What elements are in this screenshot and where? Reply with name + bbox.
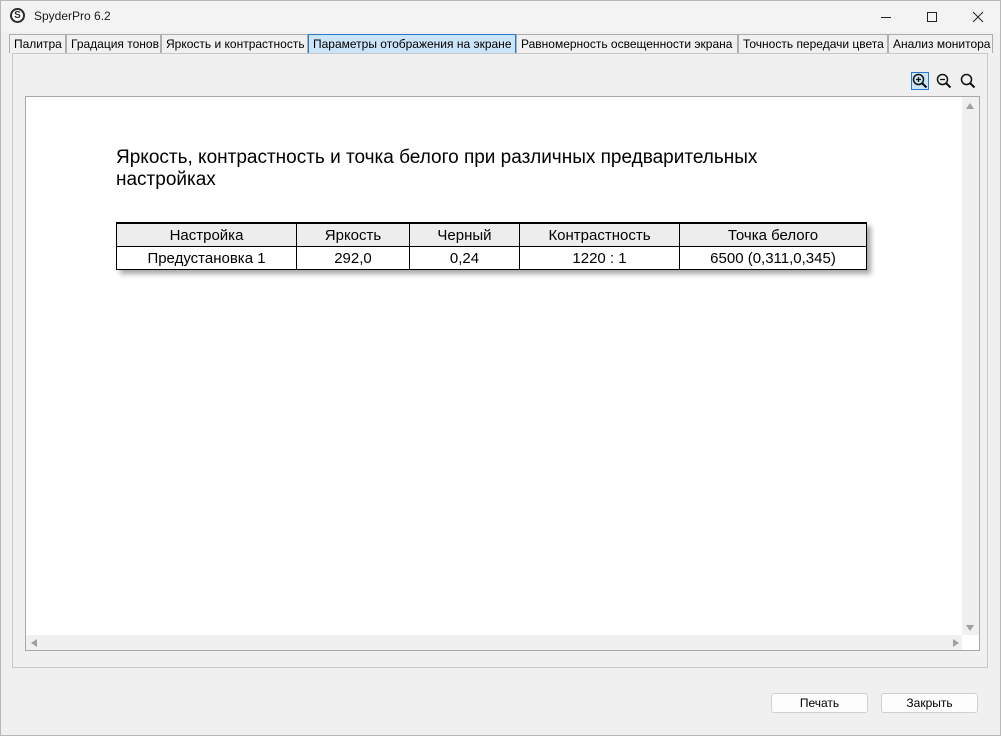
title-bar: S SpyderPro 6.2	[1, 1, 1000, 32]
close-icon	[972, 11, 984, 22]
report-table: Настройка Яркость Черный Контрастность Т…	[116, 222, 867, 270]
print-button[interactable]: Печать	[771, 693, 868, 713]
zoom-in-icon	[912, 73, 928, 89]
table-cell: 6500 (0,311,0,345)	[679, 246, 867, 270]
table-cell: 0,24	[409, 246, 520, 270]
zoom-fit-button[interactable]	[959, 72, 977, 90]
column-header: Яркость	[296, 222, 410, 247]
tab-display-parameters[interactable]: Параметры отображения на экране	[308, 34, 516, 53]
scroll-left-icon[interactable]	[31, 639, 37, 647]
maximize-icon	[927, 11, 937, 22]
tab-palette[interactable]: Палитра	[9, 34, 66, 53]
spyder-logo-icon: S	[10, 8, 25, 23]
zoom-out-icon	[936, 73, 952, 89]
zoom-fit-icon	[960, 73, 976, 89]
zoom-in-button[interactable]	[911, 72, 929, 90]
column-header: Контрастность	[519, 222, 680, 247]
table-cell: 1220 : 1	[519, 246, 680, 270]
scroll-up-icon[interactable]	[966, 103, 974, 109]
horizontal-scrollbar[interactable]	[26, 635, 964, 650]
report-title: Яркость, контрастность и точка белого пр…	[116, 147, 758, 190]
minimize-button[interactable]	[863, 1, 909, 32]
table-row: Предустановка 1 292,0 0,24 1220 : 1 6500…	[116, 246, 867, 270]
scroll-corner	[962, 635, 979, 650]
report-viewer: Яркость, контрастность и точка белого пр…	[25, 96, 980, 651]
close-button[interactable]: Закрыть	[881, 693, 978, 713]
maximize-button[interactable]	[909, 1, 955, 32]
scroll-down-icon[interactable]	[966, 625, 974, 631]
scroll-right-icon[interactable]	[953, 639, 959, 647]
close-window-button[interactable]	[955, 1, 1001, 32]
tab-screen-uniformity[interactable]: Равномерность освещенности экрана	[516, 34, 738, 53]
column-header: Настройка	[116, 222, 297, 247]
tab-strip: Палитра Градация тонов Яркость и контрас…	[9, 32, 995, 53]
tab-tone-gradation[interactable]: Градация тонов	[66, 34, 161, 53]
table-cell: Предустановка 1	[116, 246, 297, 270]
tab-monitor-analysis[interactable]: Анализ монитора	[888, 34, 993, 53]
zoom-out-button[interactable]	[935, 72, 953, 90]
minimize-icon	[881, 16, 891, 18]
column-header: Точка белого	[679, 222, 867, 247]
column-header: Черный	[409, 222, 520, 247]
window-title: SpyderPro 6.2	[34, 9, 111, 23]
tab-color-accuracy[interactable]: Точность передачи цвета	[738, 34, 888, 53]
table-cell: 292,0	[296, 246, 410, 270]
vertical-scrollbar[interactable]	[962, 97, 979, 637]
table-header-row: Настройка Яркость Черный Контрастность Т…	[116, 222, 867, 247]
app-window: S SpyderPro 6.2 Палитра Градация тонов Я…	[0, 0, 1001, 736]
tab-brightness-contrast[interactable]: Яркость и контрастность	[161, 34, 308, 53]
